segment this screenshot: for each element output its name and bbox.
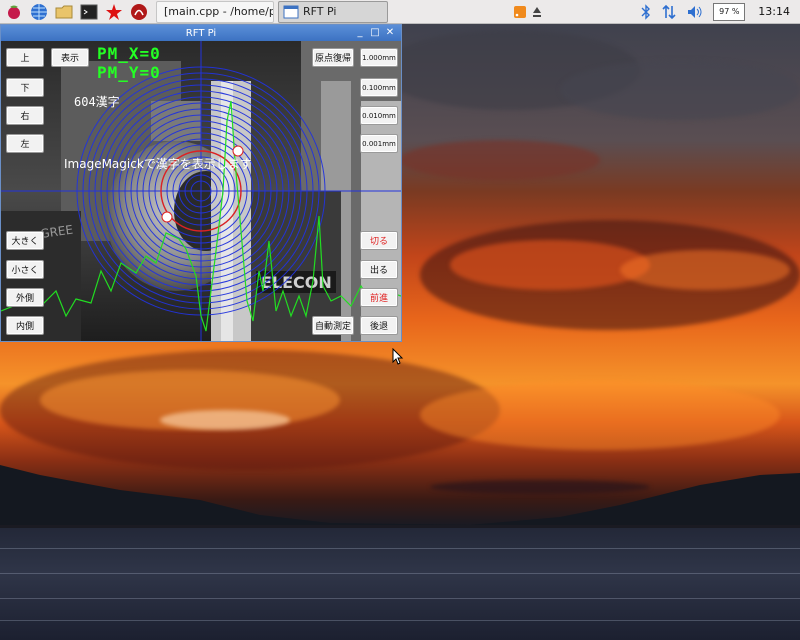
- taskbar: [main.cpp - /home/pi... RFT Pi 97 % 13:1…: [0, 0, 800, 24]
- svg-text:ELECON: ELECON: [261, 273, 332, 292]
- bluetooth-icon[interactable]: [641, 3, 651, 20]
- left-button[interactable]: 左: [6, 134, 44, 153]
- minimize-button[interactable]: _: [353, 26, 367, 39]
- terminal-icon[interactable]: [78, 1, 100, 23]
- up-button[interactable]: 上: [6, 48, 44, 67]
- raspberry-menu-icon[interactable]: [3, 1, 25, 23]
- lake: [0, 528, 800, 640]
- rft-pi-window: RFT Pi _ □ ✕ ELECON GREE PM_X=0 PM_Y=0 6…: [0, 24, 402, 342]
- origin-return-button[interactable]: 原点復帰: [312, 48, 354, 67]
- browser-globe-icon[interactable]: [28, 1, 50, 23]
- camera-photo: ELECON GREE: [1, 41, 401, 341]
- rss-icon[interactable]: [514, 5, 527, 18]
- window-title: RFT Pi: [185, 27, 217, 39]
- imagemagick-message: ImageMagickで漢字を表示します: [64, 157, 252, 171]
- cpu-monitor[interactable]: 97 %: [713, 2, 746, 21]
- pm-y-readout: PM_Y=0: [97, 63, 161, 82]
- step-0100-button[interactable]: 0.100mm: [360, 78, 398, 97]
- camera-view[interactable]: ELECON GREE PM_X=0 PM_Y=0 604漢字 ImageMag…: [1, 41, 401, 341]
- mathematica-star-icon[interactable]: [103, 1, 125, 23]
- kanji-label: 604漢字: [74, 95, 120, 109]
- mountain-silhouette: [0, 465, 800, 525]
- wolfram-icon[interactable]: [128, 1, 150, 23]
- system-tray: 97 % 13:14: [509, 0, 800, 24]
- display-button[interactable]: 表示: [51, 48, 89, 67]
- step-1000-button[interactable]: 1.000mm: [360, 48, 398, 67]
- window-titlebar[interactable]: RFT Pi _ □ ✕: [1, 25, 401, 41]
- clock[interactable]: 13:14: [758, 5, 790, 18]
- inside-button[interactable]: 内側: [6, 316, 44, 335]
- bigger-button[interactable]: 大きく: [6, 231, 44, 250]
- task-rft-pi[interactable]: RFT Pi: [278, 0, 388, 23]
- auto-measure-button[interactable]: 自動測定: [312, 316, 354, 335]
- volume-icon[interactable]: [687, 5, 703, 19]
- backward-button[interactable]: 後退: [360, 316, 398, 335]
- exit-button[interactable]: 出る: [360, 260, 398, 279]
- down-button[interactable]: 下: [6, 78, 44, 97]
- step-0001-button[interactable]: 0.001mm: [360, 134, 398, 153]
- mouse-cursor-icon: [392, 348, 404, 365]
- outside-button[interactable]: 外側: [6, 288, 44, 307]
- step-0010-button[interactable]: 0.010mm: [360, 106, 398, 125]
- window-icon: [283, 5, 299, 18]
- network-arrows-icon[interactable]: [661, 4, 677, 20]
- cut-button[interactable]: 切る: [360, 231, 398, 250]
- maximize-button[interactable]: □: [368, 26, 382, 39]
- task-main-cpp[interactable]: [main.cpp - /home/pi...: [156, 0, 274, 23]
- pm-x-readout: PM_X=0: [97, 44, 161, 63]
- file-manager-folder-icon[interactable]: [53, 1, 75, 23]
- eject-icon[interactable]: [532, 6, 542, 18]
- smaller-button[interactable]: 小さく: [6, 260, 44, 279]
- close-button[interactable]: ✕: [383, 26, 397, 39]
- right-button[interactable]: 右: [6, 106, 44, 125]
- forward-button[interactable]: 前進: [360, 288, 398, 307]
